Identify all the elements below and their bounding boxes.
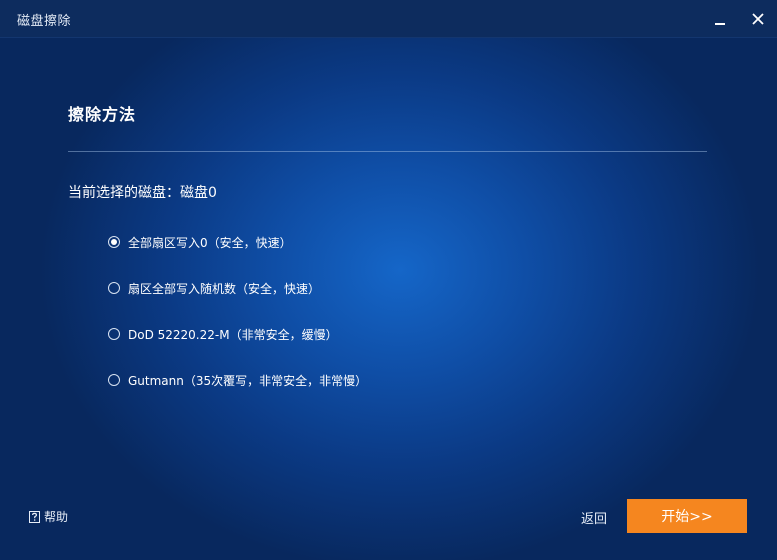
current-disk-label: 当前选择的磁盘：磁盘0 bbox=[68, 185, 217, 201]
disk-wipe-window: 磁盘擦除 擦除方法 当前选择的磁盘：磁盘0 全部扇区写入0（安全，快速） 扇区全… bbox=[0, 0, 777, 560]
start-button[interactable]: 开始>> bbox=[627, 499, 747, 533]
divider bbox=[68, 151, 707, 152]
close-icon bbox=[752, 13, 764, 25]
back-button[interactable]: 返回 bbox=[581, 508, 607, 527]
help-link[interactable]: 帮助 bbox=[29, 508, 68, 525]
close-button[interactable] bbox=[747, 8, 769, 30]
help-icon bbox=[29, 510, 40, 523]
option-label: 全部扇区写入0（安全，快速） bbox=[128, 235, 292, 250]
option-label: 扇区全部写入随机数（安全，快速） bbox=[128, 281, 321, 296]
wipe-option-dod[interactable]: DoD 52220.22-M（非常安全，缓慢） bbox=[108, 325, 338, 343]
option-label: DoD 52220.22-M（非常安全，缓慢） bbox=[128, 327, 338, 342]
wipe-option-random-fill[interactable]: 扇区全部写入随机数（安全，快速） bbox=[108, 279, 320, 297]
radio-button[interactable] bbox=[108, 374, 120, 386]
radio-button-selected[interactable] bbox=[108, 236, 120, 248]
minimize-icon bbox=[715, 23, 725, 25]
wipe-option-gutmann[interactable]: Gutmann（35次覆写，非常安全，非常慢） bbox=[108, 371, 367, 389]
radio-button[interactable] bbox=[108, 282, 120, 294]
radio-button[interactable] bbox=[108, 328, 120, 340]
window-title: 磁盘擦除 bbox=[17, 14, 72, 29]
title-bar: 磁盘擦除 bbox=[0, 0, 777, 38]
wipe-option-zero-fill[interactable]: 全部扇区写入0（安全，快速） bbox=[108, 233, 292, 251]
help-label: 帮助 bbox=[44, 510, 69, 524]
section-title: 擦除方法 bbox=[68, 105, 137, 124]
option-label: Gutmann（35次覆写，非常安全，非常慢） bbox=[128, 373, 368, 388]
minimize-button[interactable] bbox=[709, 8, 731, 30]
